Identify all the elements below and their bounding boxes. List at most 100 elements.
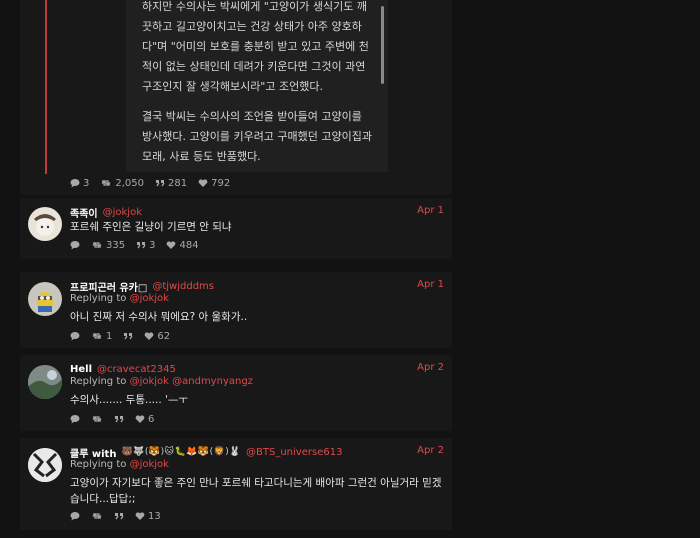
quote-button[interactable]: 281 bbox=[155, 178, 187, 189]
quote-icon bbox=[115, 416, 124, 423]
tweet-date[interactable]: Apr 2 bbox=[417, 445, 444, 456]
quote-count: 3 bbox=[149, 239, 156, 251]
quote-icon bbox=[156, 180, 165, 187]
retweet-icon bbox=[92, 513, 102, 519]
like-button[interactable]: 792 bbox=[198, 178, 230, 189]
retweet-count: 1 bbox=[106, 330, 113, 342]
retweet-button[interactable]: 335 bbox=[91, 240, 125, 251]
retweet-icon bbox=[101, 180, 111, 186]
tweet-header: 족족이 @jokjok bbox=[70, 205, 142, 220]
thread-line bbox=[45, 0, 47, 174]
tweet-date[interactable]: Apr 1 bbox=[417, 279, 444, 290]
like-icon bbox=[135, 512, 145, 520]
tweet[interactable]: 족족이 @jokjok Apr 1 포르쉐 주인은 길냥이 기르면 안 되냐 3… bbox=[20, 198, 452, 259]
tweet-actions: 13 bbox=[70, 509, 161, 523]
replying-to-handle[interactable]: @jokjok bbox=[130, 459, 169, 470]
avatar[interactable] bbox=[28, 207, 62, 241]
retweet-icon bbox=[92, 242, 102, 248]
reply-count: 3 bbox=[83, 177, 90, 189]
tweet-date[interactable]: Apr 1 bbox=[417, 205, 444, 216]
reply-button[interactable]: 3 bbox=[70, 178, 89, 189]
replying-to: Replying to @jokjok bbox=[70, 459, 169, 470]
retweet-button[interactable]: 1 bbox=[91, 331, 112, 342]
replying-to-label: Replying to bbox=[70, 376, 127, 387]
reply-button[interactable] bbox=[70, 511, 80, 521]
article-scrollbar[interactable] bbox=[381, 6, 384, 84]
tweet-text: 수의사....... 두통..... '—ㅜ bbox=[70, 394, 189, 406]
reply-icon bbox=[70, 512, 80, 521]
like-count: 6 bbox=[148, 413, 155, 425]
display-name[interactable]: 족족이 bbox=[70, 205, 98, 220]
tweet[interactable]: 클루 with 🐻🐺(🐯)🐱🐛🦊🐯(🦁)🐰 @BTS_universe613 A… bbox=[20, 438, 452, 530]
retweet-button[interactable] bbox=[91, 511, 103, 521]
reply-icon bbox=[70, 415, 80, 424]
reply-button[interactable] bbox=[70, 331, 80, 341]
avatar[interactable] bbox=[28, 365, 62, 399]
like-button[interactable]: 62 bbox=[144, 331, 170, 342]
tweet-text: 아니 진짜 저 수의사 뭐에요? 아 울화가.. bbox=[70, 311, 248, 323]
tweet-text: 포르쉐 주인은 길냥이 기르면 안 되냐 bbox=[70, 221, 232, 233]
like-icon bbox=[135, 415, 145, 423]
like-icon bbox=[145, 332, 154, 340]
retweet-count: 2,050 bbox=[115, 177, 145, 189]
avatar[interactable] bbox=[28, 282, 62, 316]
reply-button[interactable] bbox=[70, 240, 80, 250]
article-excerpt: 하지만 수의사는 박씨에게 "고양이가 생식기도 깨끗하고 길고양이치고는 건강… bbox=[126, 0, 388, 172]
tweet-actions: 3 2,050 281 792 bbox=[70, 176, 230, 190]
reply-icon bbox=[70, 332, 80, 341]
user-handle[interactable]: @tjwjdddms bbox=[152, 281, 214, 292]
reply-button[interactable] bbox=[70, 414, 80, 424]
tweet-date[interactable]: Apr 2 bbox=[417, 362, 444, 373]
like-button[interactable]: 484 bbox=[166, 239, 199, 251]
quote-button[interactable]: 3 bbox=[136, 240, 155, 251]
replying-to-handle[interactable]: @jokjok bbox=[130, 293, 169, 304]
like-count: 62 bbox=[157, 330, 171, 342]
quote-button[interactable] bbox=[123, 331, 133, 341]
quote-icon bbox=[137, 242, 146, 249]
quote-button[interactable] bbox=[114, 414, 124, 424]
replying-to-handle[interactable]: @jokjok @andmynyangz bbox=[130, 376, 253, 387]
article-paragraph: 하지만 수의사는 박씨에게 "고양이가 생식기도 깨끗하고 길고양이치고는 건강… bbox=[142, 0, 369, 93]
like-icon bbox=[167, 241, 176, 249]
like-count: 13 bbox=[148, 510, 161, 522]
like-button[interactable]: 6 bbox=[135, 414, 154, 425]
original-tweet-card: 하지만 수의사는 박씨에게 "고양이가 생식기도 깨끗하고 길고양이치고는 건강… bbox=[20, 0, 452, 195]
retweet-icon bbox=[92, 416, 102, 422]
like-button[interactable]: 13 bbox=[135, 511, 161, 522]
name-emoji: 🐻🐺(🐯)🐱🐛🦊🐯(🦁)🐰 bbox=[121, 447, 242, 457]
tweet-text: 고양이가 자기보다 좋은 주인 만나 포르쉐 타고다니는게 배아파 그런건 아닐… bbox=[70, 477, 442, 505]
tweet-feed: 하지만 수의사는 박씨에게 "고양이가 생식기도 깨끗하고 길고양이치고는 건강… bbox=[20, 0, 452, 538]
user-handle[interactable]: @cravecat2345 bbox=[97, 364, 176, 375]
tweet[interactable]: 프로피곤러 유카□ @tjwjdddms Apr 1 Replying to @… bbox=[20, 272, 452, 348]
like-count: 484 bbox=[179, 239, 199, 251]
quote-icon bbox=[124, 333, 133, 340]
tweet-header: 프로피곤러 유카□ @tjwjdddms bbox=[70, 279, 214, 294]
display-name[interactable]: Hell bbox=[70, 364, 92, 375]
avatar[interactable] bbox=[28, 448, 62, 482]
display-name[interactable]: 프로피곤러 유카□ bbox=[70, 279, 147, 294]
tweet-actions: 335 3 484 bbox=[70, 238, 199, 252]
retweet-icon bbox=[92, 333, 102, 339]
user-handle[interactable]: @BTS_universe613 bbox=[246, 447, 342, 458]
quote-button[interactable] bbox=[114, 511, 124, 521]
tweet[interactable]: Hell @cravecat2345 Apr 2 Replying to @jo… bbox=[20, 355, 452, 431]
quote-icon bbox=[115, 513, 124, 520]
tweet-actions: 6 bbox=[70, 412, 154, 426]
retweet-button[interactable] bbox=[91, 414, 103, 424]
user-handle[interactable]: @jokjok bbox=[103, 207, 142, 218]
replying-to: Replying to @jokjok @andmynyangz bbox=[70, 376, 253, 387]
like-icon bbox=[198, 179, 208, 187]
tweet-header: 클루 with 🐻🐺(🐯)🐱🐛🦊🐯(🦁)🐰 @BTS_universe613 bbox=[70, 445, 342, 460]
replying-to-label: Replying to bbox=[70, 459, 127, 470]
article-paragraph: 결국 박씨는 수의사의 조언을 받아들여 고양이를 방사했다. 고양이를 키우려… bbox=[142, 110, 373, 163]
tweet-header: Hell @cravecat2345 bbox=[70, 362, 176, 376]
display-name[interactable]: 클루 with bbox=[70, 445, 116, 460]
quote-count: 281 bbox=[168, 177, 188, 189]
reply-icon bbox=[70, 179, 80, 188]
retweet-count: 335 bbox=[106, 239, 126, 251]
like-count: 792 bbox=[211, 177, 231, 189]
replying-to: Replying to @jokjok bbox=[70, 293, 169, 304]
replying-to-label: Replying to bbox=[70, 293, 127, 304]
reply-icon bbox=[70, 241, 80, 250]
retweet-button[interactable]: 2,050 bbox=[100, 178, 144, 189]
